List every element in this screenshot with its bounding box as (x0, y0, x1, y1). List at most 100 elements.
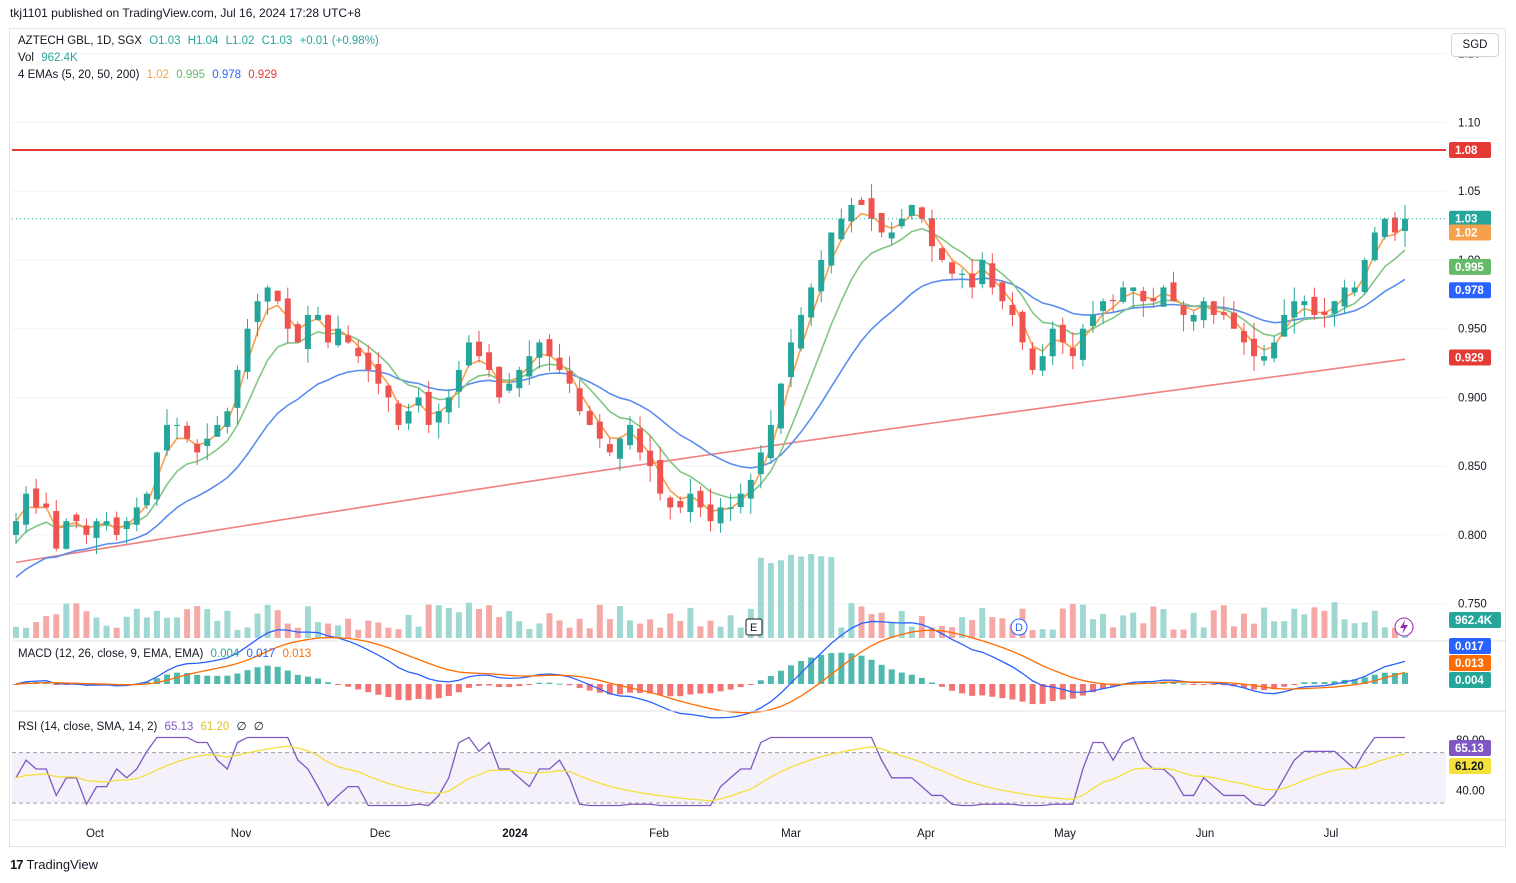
candle-body (1351, 287, 1358, 293)
volume-bar (1180, 629, 1187, 638)
macd-histogram-bar (878, 664, 885, 684)
high-value: H1.04 (187, 35, 219, 47)
volume-bar (113, 627, 120, 638)
volume-bar (53, 614, 60, 638)
macd-histogram-bar (707, 684, 714, 694)
macd-histogram-bar (526, 684, 533, 685)
volume-bar (647, 619, 654, 638)
close-value: C1.03 (261, 35, 293, 47)
candle-body (1311, 296, 1318, 315)
candle-body (445, 397, 452, 413)
footer-brand[interactable]: 17 TradingView (10, 857, 98, 872)
candle-body (204, 438, 211, 446)
price-label-text: 1.02 (1455, 227, 1477, 239)
volume-bar (727, 615, 734, 638)
macd-histogram-bar (304, 676, 311, 684)
price-label-text: 1.03 (1455, 214, 1477, 226)
macd-histogram-bar (737, 684, 744, 688)
candle-body (808, 287, 815, 318)
price-tick-label: 1.05 (1458, 186, 1480, 198)
candle-body (184, 425, 191, 439)
time-axis-label: Dec (370, 828, 391, 840)
candle-body (586, 411, 593, 425)
volume-bar (556, 620, 563, 638)
volume-bar (355, 629, 362, 638)
macd-signal-line (15, 629, 1406, 714)
candle-body (908, 204, 915, 216)
candle-body (1120, 287, 1127, 302)
volume-bar (395, 629, 402, 638)
candle-body (949, 262, 956, 274)
volume-bar (375, 622, 382, 638)
macd-histogram-bar (274, 666, 281, 684)
volume-bar (1059, 608, 1066, 638)
candle-body (687, 493, 694, 513)
price-chart[interactable]: 0.0170.0130.004 80.0040.0065.1361.20 1.1… (0, 0, 1516, 883)
macd-histogram-bar (1210, 684, 1217, 685)
candle-body (798, 314, 805, 349)
macd-histogram-bar (385, 684, 392, 698)
volume-bar (476, 608, 482, 638)
macd-histogram-bar (1190, 684, 1197, 685)
candle-body (616, 438, 623, 459)
macd-histogram-bar (989, 684, 996, 697)
legend-macd: MACD (12, 26, close, 9, EMA, EMA) 0.004 … (18, 648, 315, 660)
macd-histogram-bar (717, 684, 724, 692)
volume-bar (1130, 612, 1137, 638)
candle-body (828, 232, 835, 266)
volume-bar (1251, 623, 1258, 638)
candle-body (626, 424, 633, 446)
brand-name: TradingView (26, 857, 99, 872)
volume-bar (788, 554, 795, 638)
macd-histogram-bar (435, 684, 442, 699)
macd-histogram-bar (687, 684, 694, 695)
candle-body (1210, 301, 1217, 315)
macd-histogram-bar (1200, 684, 1207, 685)
candle-body (1110, 299, 1117, 302)
candle-body (375, 364, 382, 384)
candle-body (989, 263, 996, 288)
macd-histogram-bar (284, 670, 291, 684)
volume-bar (586, 628, 593, 638)
macd-histogram-bar (959, 684, 966, 694)
macd-signal-value: 0.013 (282, 648, 312, 660)
macd-histogram-bar (1281, 684, 1288, 687)
volume-bar (687, 607, 694, 638)
volume-bar (969, 619, 976, 638)
currency-button[interactable]: SGD (1451, 33, 1499, 57)
candle-body (455, 369, 462, 392)
candle-body (103, 521, 110, 525)
volume-bar (606, 619, 613, 638)
volume-bar (999, 618, 1006, 638)
candle-body (274, 290, 281, 302)
time-axis-label: Jul (1324, 828, 1339, 840)
volume-bar (63, 603, 70, 638)
candle-body (939, 248, 945, 260)
macd-histogram-bar (908, 674, 915, 684)
candle-body (1160, 287, 1167, 307)
macd-label-text: 0.017 (1455, 641, 1484, 653)
legend-ohlc: AZTECH GBL, 1D, SGX O1.03 H1.04 L1.02 C1… (18, 35, 383, 47)
candle-body (335, 328, 342, 346)
macd-label: MACD (12, 26, close, 9, EMA, EMA) (18, 648, 204, 660)
candle-body (868, 198, 875, 219)
vol-label: Vol (18, 52, 34, 64)
candle-body (918, 207, 925, 219)
volume-bar (939, 625, 945, 638)
candle-body (496, 366, 503, 398)
macd-histogram-bar (355, 684, 362, 690)
volume-bar (1190, 612, 1197, 638)
time-axis-label: May (1054, 828, 1076, 840)
macd-histogram-bar (546, 682, 553, 684)
volume-bar (596, 604, 603, 638)
macd-histogram-bar (465, 684, 472, 688)
volume-bar (365, 620, 372, 638)
candle-body (345, 335, 352, 343)
macd-histogram-bar (244, 670, 251, 684)
time-axis: Oct Nov Dec 2024 Feb Mar Apr May Jun Jul (12, 819, 1507, 840)
volume-bar (1039, 629, 1046, 638)
price-axis: 1.151.101.051.000.9500.9000.8500.8000.75… (1449, 49, 1501, 628)
volume-bar (1281, 621, 1288, 638)
volume-bar (465, 602, 472, 638)
volume-bar (1261, 607, 1268, 638)
